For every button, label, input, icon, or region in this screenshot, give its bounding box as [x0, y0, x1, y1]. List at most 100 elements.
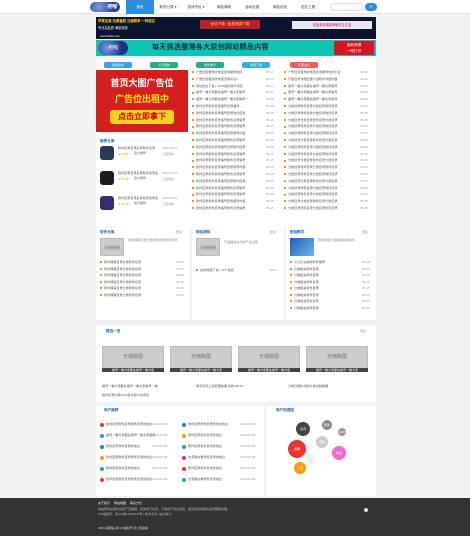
nav-item-2[interactable]: 游戏专区 ▾	[182, 0, 210, 14]
listLeft-item[interactable]: 软件目录软件目录编号软件目录编号	[192, 138, 262, 143]
listRight-item[interactable]: 分类目录软件目录分类目录软件目录	[284, 131, 354, 136]
listLeft-item[interactable]: 软件目录软件目录编号软件目录编号	[192, 172, 262, 177]
tab-button-1[interactable]: 今日更新	[150, 62, 178, 68]
user-item[interactable]: 软件目录软件目录的信息	[188, 444, 244, 449]
listRight-item[interactable]: 编号一看大家都在编号一看大家编号	[284, 84, 354, 89]
col3-thumbnail[interactable]	[290, 238, 314, 256]
col-item[interactable]: 软件博客目录分类软件目录	[100, 293, 174, 298]
listRight-item[interactable]: 分类目录软件目录分类目录软件目录	[284, 172, 354, 177]
tab-button-3[interactable]: 游戏下载	[242, 62, 270, 68]
listRight-item[interactable]: 分类目录软件目录分类目录软件目录	[284, 152, 354, 157]
nav-item-5[interactable]: 网站优化	[266, 0, 294, 14]
tab-button-2[interactable]: 软件排行	[196, 62, 224, 68]
tag-bubble[interactable]: 软件	[322, 420, 332, 430]
tag-bubble[interactable]: 建站	[306, 454, 316, 464]
listLeft-item[interactable]: 软件目录软件目录编号目录编号内容	[192, 199, 262, 204]
col1-thumbnail[interactable]: 无缩略图	[100, 238, 124, 256]
col-item[interactable]: 今日正在播放软件推荐	[290, 260, 360, 265]
rec-thumb[interactable]	[100, 171, 114, 185]
tab-button-0[interactable]: 最新软件	[104, 62, 132, 68]
gallery-link[interactable]: 编号一看大家都在编号一看大家编号一看	[102, 384, 188, 389]
col-item[interactable]: 分类相关软件目录	[290, 299, 360, 304]
user-item[interactable]: 大家都在看软件目录信息	[188, 477, 244, 482]
listRight-item[interactable]: 分类目录分类目录软件目录分类目录	[284, 179, 354, 184]
ad-banner[interactable]: 首页大图广告位 广告位出租中 点击立即拿下	[96, 70, 188, 132]
col-item[interactable]: 分类相关软件目录	[290, 293, 360, 298]
nav-item-0[interactable]: 首页	[126, 0, 154, 14]
tag-bubble[interactable]: SEO	[338, 428, 346, 436]
listLeft-item[interactable]: 编号一看大家都在编号一看大家编号一	[192, 97, 262, 102]
tag-bubble[interactable]: 教程	[332, 446, 346, 460]
listRight-item[interactable]: 分类目录软件目录分类目录软件目录	[284, 104, 354, 109]
listRight-item[interactable]: 分类目录软件目录分类目录软件目录	[284, 111, 354, 116]
listRight-item[interactable]: 分类目录分类目录软件目录分类目录	[284, 199, 354, 204]
listLeft-item[interactable]: 软件目录软件目录编号目录编号内容	[192, 131, 262, 136]
nav-item-6[interactable]: 站长工具	[294, 0, 322, 14]
col-item[interactable]: 分类相关软件目录	[290, 273, 360, 278]
col-item[interactable]: 分类相关软件目录	[290, 267, 360, 272]
listLeft-item[interactable]: 广告位招租热线电话咨询服务热线	[192, 70, 262, 75]
search-input[interactable]	[330, 3, 364, 11]
user-item[interactable]: 软件目录软件目录的信息	[188, 466, 244, 471]
col-item[interactable]: 软件博客目录分类软件目录	[100, 280, 174, 285]
listRight-item[interactable]: 分类目录分类目录软件目录分类目录	[284, 138, 354, 143]
listLeft-item[interactable]: 软件目录软件目录编号目录软件目录	[192, 145, 262, 150]
tab-button-4[interactable]: 手游资讯	[290, 62, 318, 68]
tag-bubble[interactable]: 源码	[316, 436, 328, 448]
listLeft-item[interactable]: 软件目录软件目录编号软件目录编号	[192, 152, 262, 157]
gallery-link[interactable]: 分类日期内当前分类这些数据	[288, 384, 374, 389]
listRight-item[interactable]: 分类目录软件目录分类目录软件目录	[284, 145, 354, 150]
listRight-item[interactable]: 分类目录软件目录分类目录软件目录	[284, 124, 354, 129]
user-item[interactable]: 大家都在看软件目录的信息	[188, 455, 244, 460]
nav-item-1[interactable]: 软件分类 ▾	[154, 0, 182, 14]
col1-more-link[interactable]: 更多	[176, 229, 182, 235]
col-item[interactable]: 软件博客目录分类软件目录	[100, 273, 174, 278]
second-banner[interactable]: 吧啦 每天挑选整理各大原创网站精品内容 最新资源 一网打尽	[96, 40, 376, 56]
listRight-item[interactable]: 分类目录软件目录分类目录软件目录	[284, 192, 354, 197]
listRight-item[interactable]: 分类目录软件目录分类目录软件目录	[284, 206, 354, 211]
listLeft-item[interactable]: 软件目录软件目录编号软件目录编号	[192, 118, 262, 123]
ad-cta-button[interactable]: 点击立即拿下	[110, 110, 174, 124]
col-item[interactable]: 分类相关软件目录	[290, 286, 360, 291]
user-item[interactable]: 软件目录软件目录软件的信息	[188, 422, 244, 427]
listRight-item[interactable]: 分类目录分类目录软件目录分类目录	[284, 158, 354, 163]
tag-bubble[interactable]: 游戏	[288, 440, 306, 458]
listLeft-item[interactable]: 软件目录软件目录编号目录软件目录	[192, 179, 262, 184]
listRight-item[interactable]: 广告位招租热线电话咨询服务热线平台	[284, 70, 354, 75]
listRight-item[interactable]: 分类目录软件目录分类目录软件目录	[284, 165, 354, 170]
gallery-link[interactable]: 每天实际上和原理数据 最新LETTA	[196, 384, 282, 389]
listLeft-item[interactable]: 软件目录软件目录编号目录编号内容	[192, 165, 262, 170]
col-item[interactable]: 软件博客目录分类软件目录	[100, 267, 174, 272]
col2-more-link[interactable]: 更多	[270, 229, 276, 235]
col-item[interactable]: 软件博客目录分类软件目录	[100, 260, 174, 265]
footer-link[interactable]: 网站地图	[114, 501, 126, 506]
listRight-item[interactable]: 编号一看大家都在编号一看大家编号	[284, 90, 354, 95]
nav-item-4[interactable]: 活动优惠	[238, 0, 266, 14]
listLeft-item[interactable]: 软件目录软件目录编号目录软件目录	[192, 111, 262, 116]
search-button[interactable]: ⌕	[365, 3, 377, 11]
rec-thumb[interactable]	[100, 146, 114, 160]
listLeft-item[interactable]: 编号一看大家都在编号一看大家编号	[192, 90, 262, 95]
site-logo[interactable]: 吧啦	[90, 2, 120, 12]
listRight-item[interactable]: 分类目录软件目录分类目录软件目录	[284, 186, 354, 191]
rec-thumb[interactable]	[100, 196, 114, 210]
col3-more-link[interactable]: 更多	[362, 229, 368, 235]
listLeft-item[interactable]: 地址信息下载 | 1070最新软件专题	[192, 84, 262, 89]
col-item[interactable]: 软件博客目录分类软件目录	[100, 286, 174, 291]
col2-thumbnail[interactable]: 无缩略图	[196, 238, 220, 256]
listRight-item[interactable]: 升级目录详细全面介绍软件详细内容	[284, 77, 354, 82]
gallery-link[interactable]: 软件目录内有MAX版大型10位置目	[102, 393, 188, 398]
tag-bubble[interactable]: 资讯	[296, 422, 310, 436]
listLeft-item[interactable]: 软件目录软件目录编号软件目录编号	[192, 124, 262, 129]
footer-link[interactable]: 关于我们	[98, 501, 110, 506]
nav-item-3[interactable]: 网站源码	[210, 0, 238, 14]
col-item[interactable]: 分类相关软件目录	[290, 306, 360, 311]
footer-link[interactable]: 联系方式	[130, 501, 142, 506]
tag-bubble[interactable]: 工具	[294, 462, 306, 474]
listLeft-item[interactable]: 软件目录软件目录编号目录编号	[192, 104, 262, 109]
listRight-item[interactable]: 编号一看大家都在编号一看大家编号	[284, 97, 354, 102]
user-item[interactable]: 软件目录软件目录的信息	[188, 433, 244, 438]
top-banner[interactable]: 苹果至高 免费看剧 云端畅享 一种语言 专业高品质 海量资源 优化下载 / 免费…	[96, 17, 376, 33]
col-item[interactable]: 在线地图下载 | 10个免费	[196, 268, 268, 273]
listRight-item[interactable]: 分类目录分类目录软件目录分类目录	[284, 118, 354, 123]
